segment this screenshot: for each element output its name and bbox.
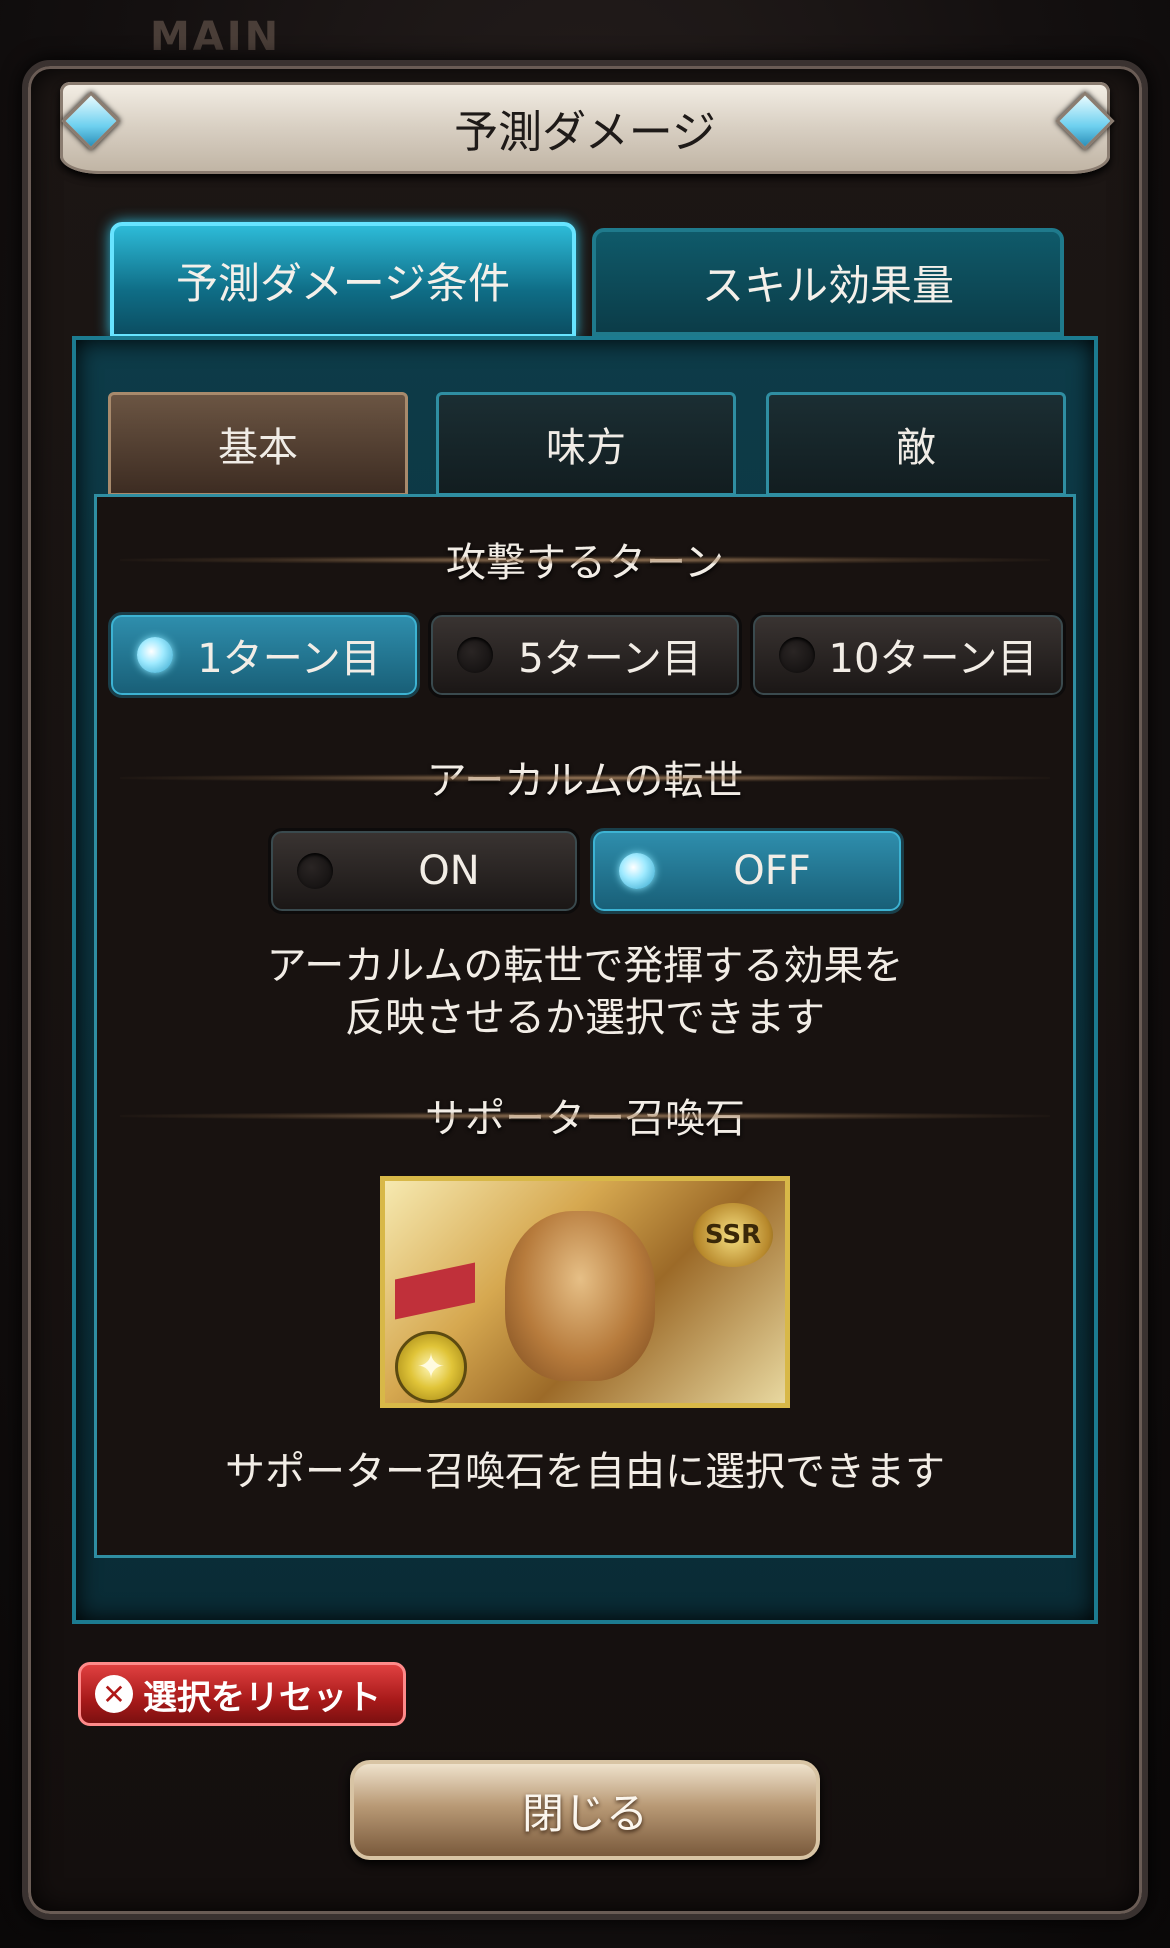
section-divider xyxy=(120,1112,1050,1120)
supporter-description: サポーター召喚石を自由に選択できます xyxy=(225,1449,945,1495)
card-art-cape xyxy=(395,1262,475,1320)
turn-option-5[interactable]: 5ターン目 xyxy=(428,612,742,698)
rarity-badge: SSR xyxy=(693,1203,773,1267)
radio-unselected-icon xyxy=(457,637,493,673)
supporter-summon-card[interactable]: SSR ✦ xyxy=(380,1176,790,1408)
radio-selected-icon xyxy=(137,637,173,673)
close-icon: ✕ xyxy=(95,1675,133,1713)
title-banner: 予測ダメージ xyxy=(60,82,1110,174)
subtab-ally[interactable]: 味方 xyxy=(436,392,736,496)
dialog-title: 予測ダメージ xyxy=(454,107,716,158)
radio-unselected-icon xyxy=(779,637,815,673)
arcarum-off-label: OFF xyxy=(733,848,811,894)
close-button-label: 閉じる xyxy=(521,1788,648,1838)
turn-option-label: 10ターン目 xyxy=(828,636,1038,682)
arcarum-off-option[interactable]: OFF xyxy=(590,828,904,914)
close-button[interactable]: 閉じる xyxy=(350,1760,820,1860)
turn-option-1[interactable]: 1ターン目 xyxy=(108,612,420,698)
section-divider xyxy=(120,556,1050,564)
reset-selection-label: 選択をリセット xyxy=(143,1677,381,1718)
card-art-character xyxy=(505,1211,655,1381)
turn-option-label: 5ターン目 xyxy=(518,636,702,682)
background-main-label: MAIN xyxy=(150,14,282,60)
arcarum-on-label: ON xyxy=(418,848,480,894)
subtab-basic[interactable]: 基本 xyxy=(108,392,408,496)
arcarum-description-line1: アーカルムの転世で発揮する効果を xyxy=(266,943,904,989)
tab-skill-effects[interactable]: スキル効果量 xyxy=(592,228,1064,336)
light-element-icon: ✦ xyxy=(395,1331,467,1403)
screen: MAIN 予測ダメージ 予測ダメージ条件 スキル効果量 基本 味方 敵 攻撃する… xyxy=(0,0,1170,1948)
reset-selection-button[interactable]: ✕ 選択をリセット xyxy=(78,1662,406,1726)
arcarum-description-line2: 反映させるか選択できます xyxy=(345,995,825,1041)
section-divider xyxy=(120,774,1050,782)
turn-option-label: 1ターン目 xyxy=(197,636,381,682)
arcarum-on-option[interactable]: ON xyxy=(268,828,580,914)
tab-damage-conditions[interactable]: 予測ダメージ条件 xyxy=(110,222,576,338)
turn-option-10[interactable]: 10ターン目 xyxy=(750,612,1066,698)
subtab-enemy[interactable]: 敵 xyxy=(766,392,1066,496)
radio-selected-icon xyxy=(619,853,655,889)
radio-unselected-icon xyxy=(297,853,333,889)
